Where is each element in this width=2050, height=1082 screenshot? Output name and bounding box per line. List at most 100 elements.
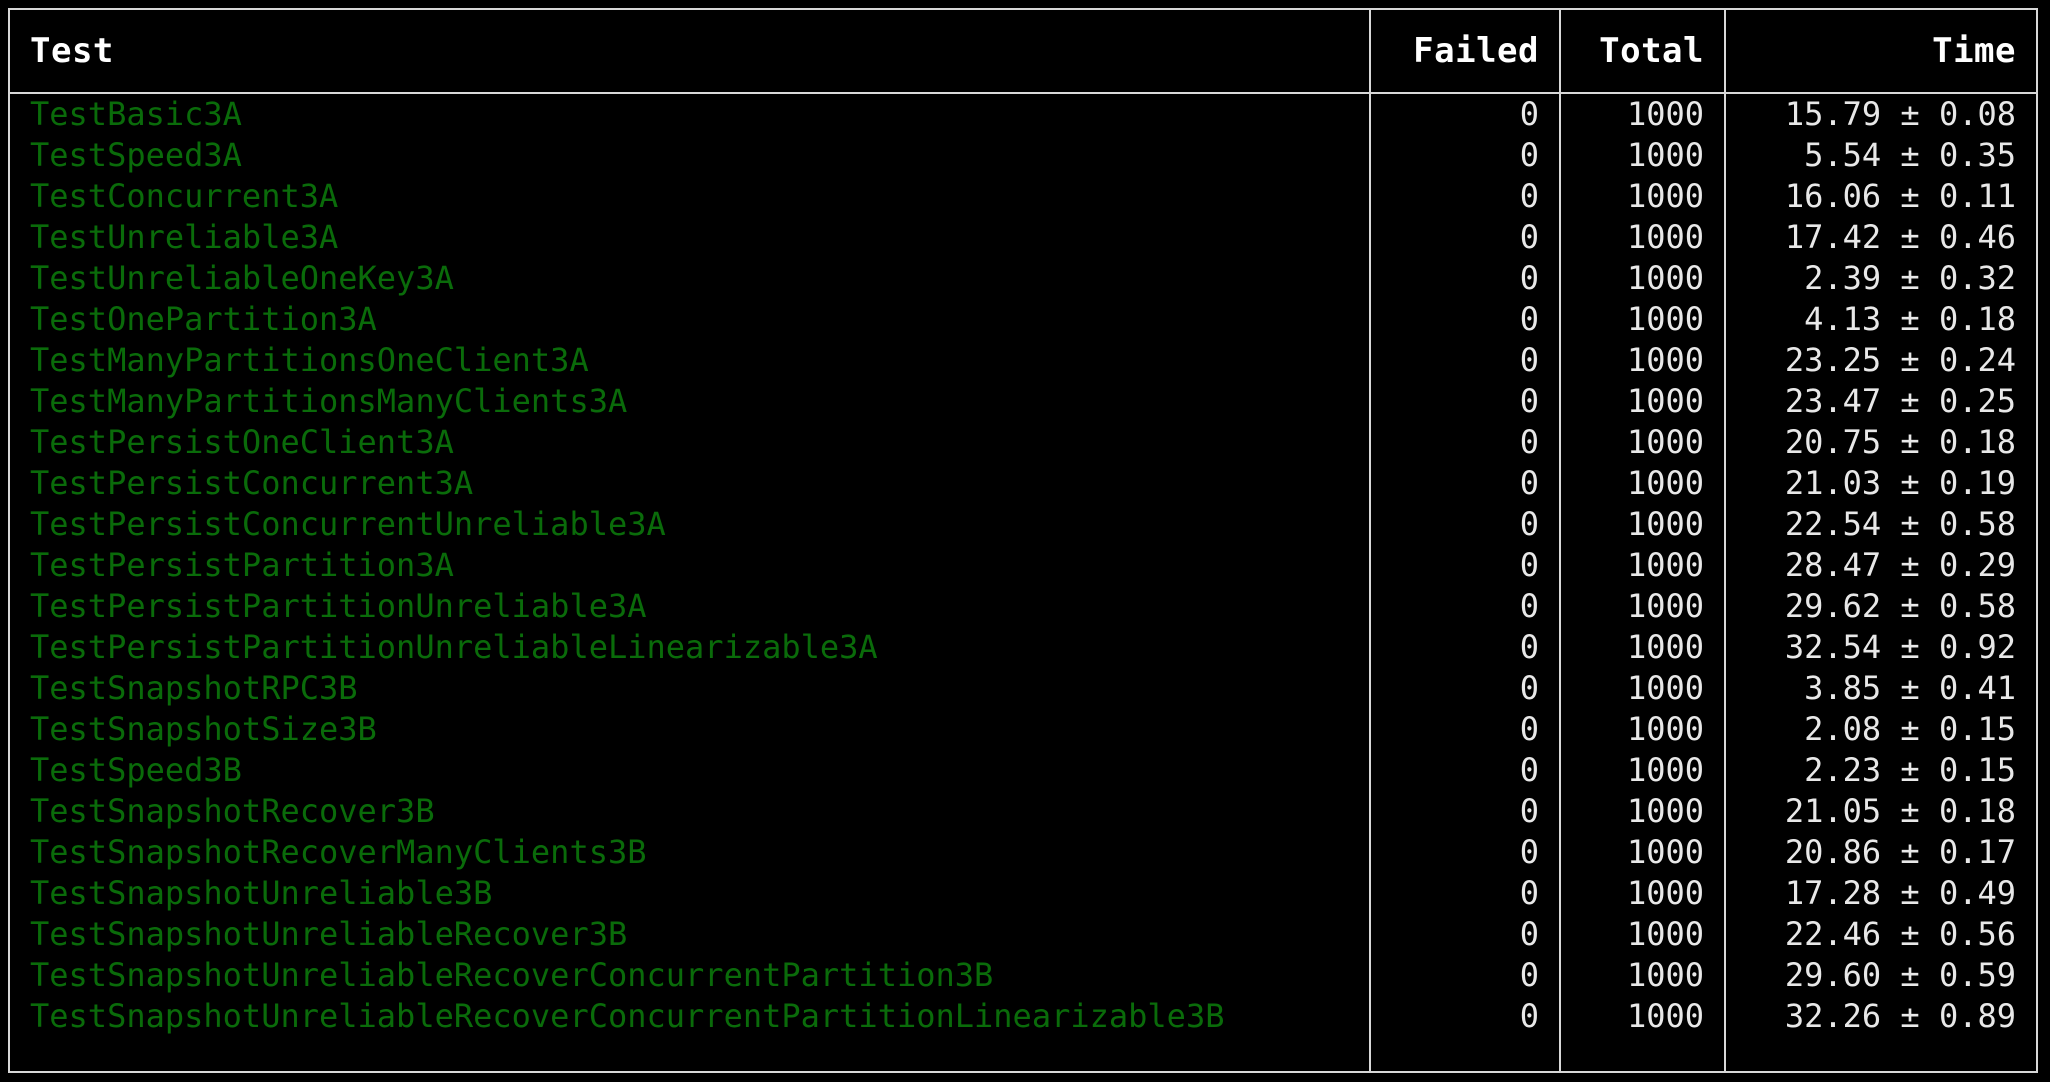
test-results-table-container: Test Failed Total Time TestBasic3A 0 1000 1… <box>8 8 2038 1073</box>
table-row: TestSnapshotRecoverManyClients3B 0 1000 20.… <box>10 832 2036 873</box>
cell-total-count: 1000 <box>1559 955 1725 996</box>
cell-total-count: 1000 <box>1559 627 1725 668</box>
cell-failed-count: 0 <box>1369 996 1560 1037</box>
cell-test-name: TestPersistPartitionUnreliable3A <box>30 587 647 625</box>
cell-failed-count: 0 <box>1369 422 1560 463</box>
cell-total-count: 1000 <box>1559 791 1725 832</box>
table-filler-cell <box>1559 1037 1725 1071</box>
table-header: Test Failed Total Time <box>10 10 2036 94</box>
cell-total-count: 1000 <box>1559 750 1725 791</box>
cell-failed-count: 0 <box>1369 668 1560 709</box>
cell-test-name: TestPersistPartition3A <box>30 546 454 584</box>
column-header-total: Total <box>1559 10 1725 94</box>
cell-total-count: 1000 <box>1559 176 1725 217</box>
cell-time-value: 21.03 ± 0.19 <box>1724 463 2036 504</box>
cell-failed-count: 0 <box>1369 545 1560 586</box>
cell-time-value: 17.42 ± 0.46 <box>1724 217 2036 258</box>
cell-total-count: 1000 <box>1559 422 1725 463</box>
table-row: TestSnapshotRecover3B 0 1000 21.05 ± 0.18 <box>10 791 2036 832</box>
cell-test-name: TestUnreliable3A <box>30 218 339 256</box>
cell-failed-count: 0 <box>1369 217 1560 258</box>
cell-failed-count: 0 <box>1369 709 1560 750</box>
table-row: TestPersistConcurrentUnreliable3A 0 1000 22… <box>10 504 2036 545</box>
cell-time-value: 15.79 ± 0.08 <box>1724 93 2036 135</box>
table-header-row: Test Failed Total Time <box>10 10 2036 94</box>
table-row: TestUnreliable3A 0 1000 17.42 ± 0.46 <box>10 217 2036 258</box>
table-filler-cell <box>1724 1037 2036 1071</box>
table-row: TestSnapshotUnreliableRecover3B 0 1000 22.4… <box>10 914 2036 955</box>
cell-test-name: TestSpeed3A <box>30 136 242 174</box>
cell-failed-count: 0 <box>1369 955 1560 996</box>
cell-failed-count: 0 <box>1369 93 1560 135</box>
cell-test-name: TestSpeed3B <box>30 751 242 789</box>
cell-total-count: 1000 <box>1559 381 1725 422</box>
table-row: TestPersistPartitionUnreliable3A 0 1000 29.… <box>10 586 2036 627</box>
column-header-time: Time <box>1724 10 2036 94</box>
table-filler-cell <box>10 1037 1370 1071</box>
cell-total-count: 1000 <box>1559 709 1725 750</box>
cell-time-value: 28.47 ± 0.29 <box>1724 545 2036 586</box>
table-row: TestConcurrent3A 0 1000 16.06 ± 0.11 <box>10 176 2036 217</box>
cell-time-value: 20.86 ± 0.17 <box>1724 832 2036 873</box>
cell-test-name: TestSnapshotUnreliable3B <box>30 874 493 912</box>
cell-failed-count: 0 <box>1369 914 1560 955</box>
cell-time-value: 2.23 ± 0.15 <box>1724 750 2036 791</box>
cell-total-count: 1000 <box>1559 93 1725 135</box>
cell-time-value: 23.25 ± 0.24 <box>1724 340 2036 381</box>
cell-test-name: TestSnapshotRecover3B <box>30 792 435 830</box>
cell-test-name: TestSnapshotUnreliableRecoverConcurrentP… <box>30 997 1225 1035</box>
table-row: TestBasic3A 0 1000 15.79 ± 0.08 <box>10 93 2036 135</box>
column-header-failed: Failed <box>1369 10 1560 94</box>
cell-test-name: TestConcurrent3A <box>30 177 339 215</box>
cell-time-value: 22.54 ± 0.58 <box>1724 504 2036 545</box>
cell-total-count: 1000 <box>1559 258 1725 299</box>
cell-time-value: 2.39 ± 0.32 <box>1724 258 2036 299</box>
cell-failed-count: 0 <box>1369 586 1560 627</box>
table-row: TestSnapshotUnreliableRecoverConcurrentP… <box>10 955 2036 996</box>
cell-time-value: 32.26 ± 0.89 <box>1724 996 2036 1037</box>
cell-test-name: TestSnapshotRPC3B <box>30 669 358 707</box>
table-row: TestPersistPartition3A 0 1000 28.47 ± 0.29 <box>10 545 2036 586</box>
table-row: TestSpeed3B 0 1000 2.23 ± 0.15 <box>10 750 2036 791</box>
cell-test-name: TestSnapshotUnreliableRecover3B <box>30 915 628 953</box>
cell-time-value: 4.13 ± 0.18 <box>1724 299 2036 340</box>
table-filler-row <box>10 1037 2036 1071</box>
cell-time-value: 29.62 ± 0.58 <box>1724 586 2036 627</box>
cell-time-value: 29.60 ± 0.59 <box>1724 955 2036 996</box>
cell-time-value: 20.75 ± 0.18 <box>1724 422 2036 463</box>
cell-time-value: 3.85 ± 0.41 <box>1724 668 2036 709</box>
cell-time-value: 16.06 ± 0.11 <box>1724 176 2036 217</box>
cell-time-value: 17.28 ± 0.49 <box>1724 873 2036 914</box>
cell-total-count: 1000 <box>1559 873 1725 914</box>
cell-test-name: TestSnapshotSize3B <box>30 710 377 748</box>
cell-failed-count: 0 <box>1369 381 1560 422</box>
cell-failed-count: 0 <box>1369 504 1560 545</box>
cell-failed-count: 0 <box>1369 750 1560 791</box>
cell-total-count: 1000 <box>1559 832 1725 873</box>
cell-failed-count: 0 <box>1369 176 1560 217</box>
cell-time-value: 23.47 ± 0.25 <box>1724 381 2036 422</box>
cell-test-name: TestManyPartitionsManyClients3A <box>30 382 628 420</box>
table-row: TestManyPartitionsManyClients3A 0 1000 23.4… <box>10 381 2036 422</box>
cell-test-name: TestPersistOneClient3A <box>30 423 454 461</box>
cell-total-count: 1000 <box>1559 586 1725 627</box>
cell-failed-count: 0 <box>1369 627 1560 668</box>
table-row: TestPersistOneClient3A 0 1000 20.75 ± 0.18 <box>10 422 2036 463</box>
cell-total-count: 1000 <box>1559 217 1725 258</box>
table-row: TestSnapshotUnreliable3B 0 1000 17.28 ± 0.4… <box>10 873 2036 914</box>
cell-failed-count: 0 <box>1369 873 1560 914</box>
cell-failed-count: 0 <box>1369 299 1560 340</box>
cell-total-count: 1000 <box>1559 340 1725 381</box>
cell-test-name: TestSnapshotRecoverManyClients3B <box>30 833 647 871</box>
table-row: TestUnreliableOneKey3A 0 1000 2.39 ± 0.32 <box>10 258 2036 299</box>
cell-time-value: 2.08 ± 0.15 <box>1724 709 2036 750</box>
cell-test-name: TestUnreliableOneKey3A <box>30 259 454 297</box>
table-row: TestSnapshotSize3B 0 1000 2.08 ± 0.15 <box>10 709 2036 750</box>
table-row: TestSpeed3A 0 1000 5.54 ± 0.35 <box>10 135 2036 176</box>
cell-time-value: 22.46 ± 0.56 <box>1724 914 2036 955</box>
table-row: TestSnapshotUnreliableRecoverConcurrentP… <box>10 996 2036 1037</box>
cell-total-count: 1000 <box>1559 668 1725 709</box>
cell-failed-count: 0 <box>1369 135 1560 176</box>
table-filler-cell <box>1369 1037 1560 1071</box>
cell-failed-count: 0 <box>1369 791 1560 832</box>
